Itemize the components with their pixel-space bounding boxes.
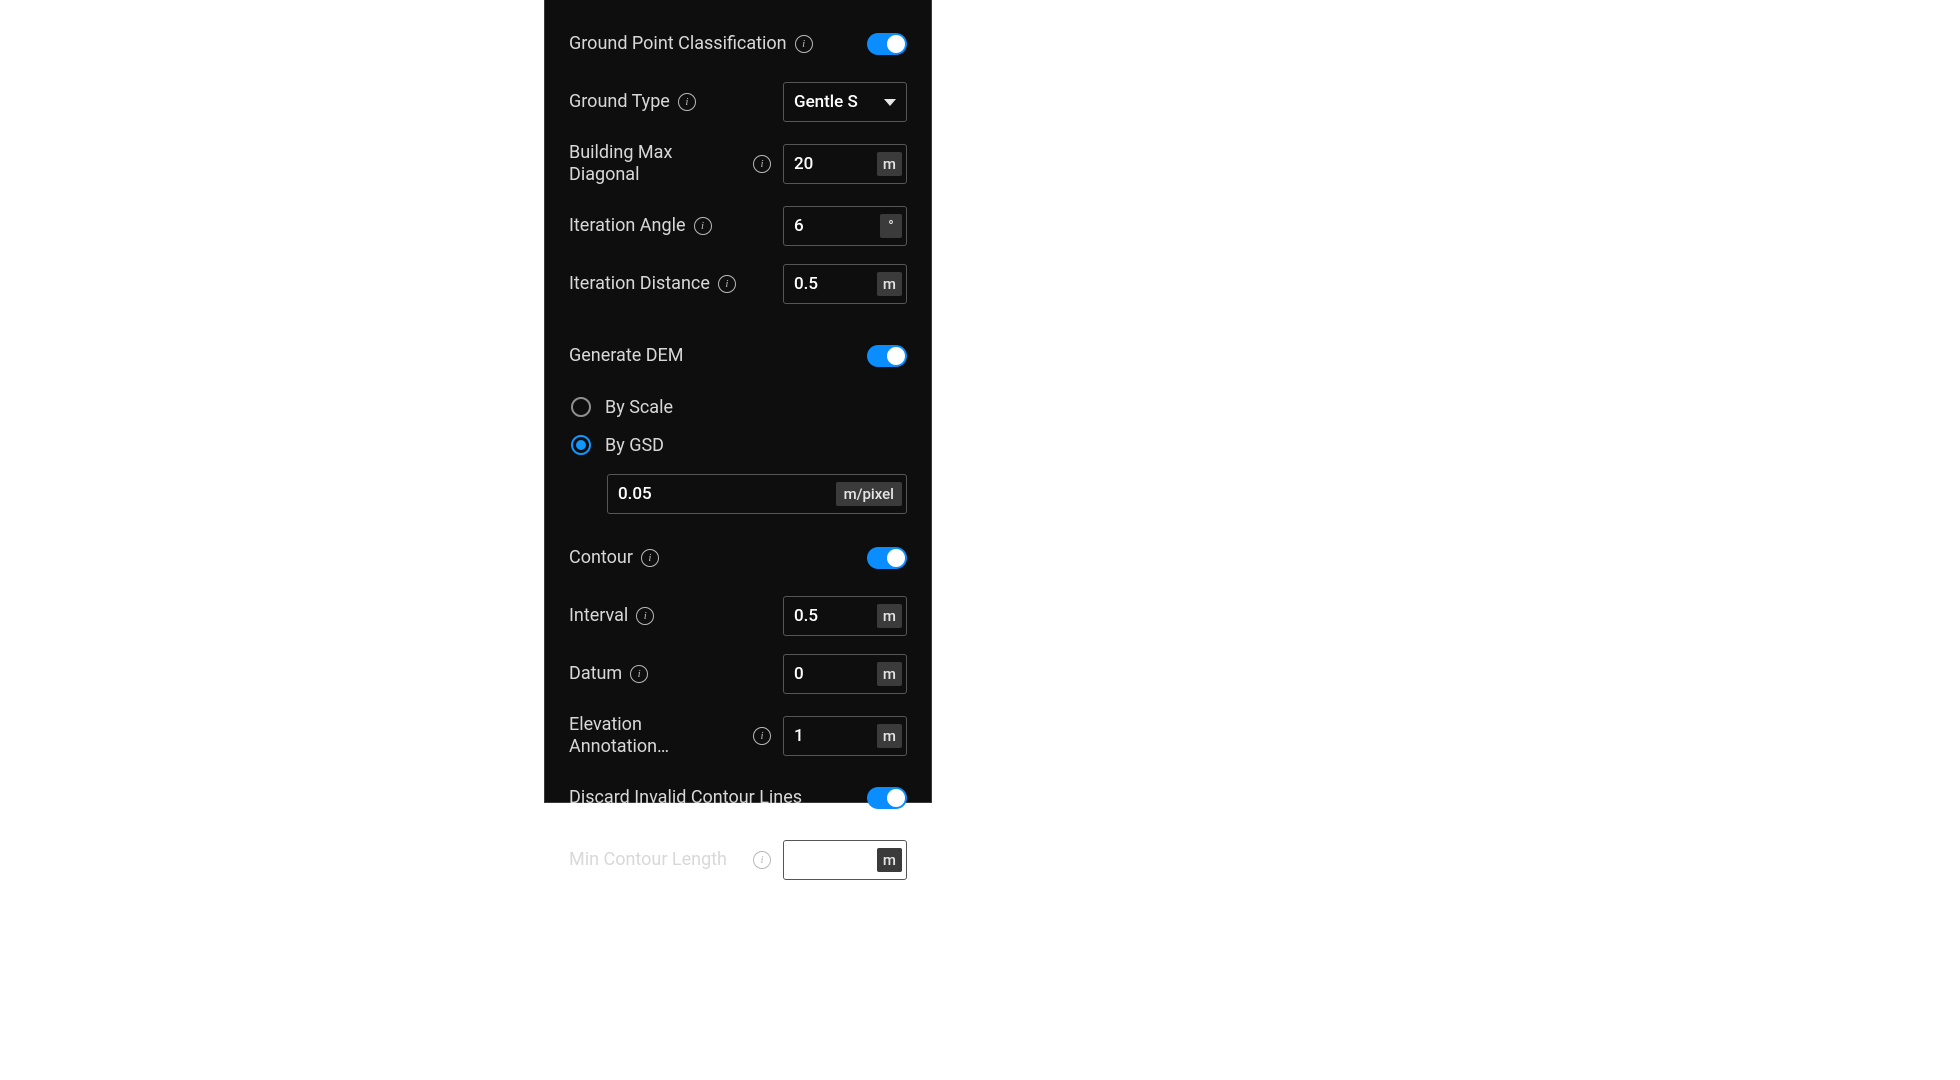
building-max-diagonal-value: 20: [784, 154, 873, 174]
radio-icon: [571, 397, 591, 417]
gsd-value: 0.05: [608, 484, 832, 504]
info-icon[interactable]: [753, 155, 771, 173]
info-icon[interactable]: [678, 93, 696, 111]
label-wrap: Contour: [569, 547, 867, 569]
info-icon[interactable]: [641, 549, 659, 567]
info-icon[interactable]: [694, 217, 712, 235]
ground-point-classification-label: Ground Point Classification: [569, 33, 787, 55]
row-iteration-distance: Iteration Distance 0.5 m: [569, 262, 907, 306]
row-min-contour-length: Min Contour Length 10 m: [569, 834, 907, 886]
info-icon[interactable]: [718, 275, 736, 293]
info-icon[interactable]: [753, 851, 771, 869]
min-contour-length-input[interactable]: 10 m: [783, 840, 907, 880]
row-ground-point-classification: Ground Point Classification: [569, 22, 907, 66]
label-wrap: Ground Point Classification: [569, 33, 867, 55]
row-building-max-diagonal: Building Max Diagonal 20 m: [569, 138, 907, 190]
min-contour-length-label: Min Contour Length: [569, 849, 727, 871]
row-ground-type: Ground Type Gentle S: [569, 80, 907, 124]
row-iteration-angle: Iteration Angle 6 °: [569, 204, 907, 248]
radio-by-gsd[interactable]: By GSD: [571, 426, 907, 464]
radio-by-scale[interactable]: By Scale: [571, 388, 907, 426]
unit-badge: m: [877, 848, 902, 872]
info-icon[interactable]: [630, 665, 648, 683]
unit-badge: m/pixel: [836, 482, 902, 506]
unit-badge: m: [877, 272, 902, 296]
contour-label: Contour: [569, 547, 633, 569]
info-icon[interactable]: [753, 727, 771, 745]
chevron-down-icon: [884, 99, 896, 106]
label-wrap: Generate DEM: [569, 345, 867, 367]
building-max-diagonal-label: Building Max Diagonal: [569, 142, 745, 185]
iteration-angle-label: Iteration Angle: [569, 215, 686, 237]
row-interval: Interval 0.5 m: [569, 594, 907, 638]
iteration-angle-value: 6: [784, 216, 876, 236]
label-wrap: Datum: [569, 663, 783, 685]
ground-type-value: Gentle S: [794, 92, 858, 112]
elevation-annotation-input[interactable]: 1 m: [783, 716, 907, 756]
building-max-diagonal-input[interactable]: 20 m: [783, 144, 907, 184]
by-gsd-label: By GSD: [605, 435, 664, 456]
ground-point-classification-toggle[interactable]: [867, 33, 907, 55]
by-scale-label: By Scale: [605, 397, 673, 418]
iteration-distance-value: 0.5: [784, 274, 873, 294]
row-contour: Contour: [569, 536, 907, 580]
label-wrap: Ground Type: [569, 91, 783, 113]
interval-input[interactable]: 0.5 m: [783, 596, 907, 636]
iteration-angle-input[interactable]: 6 °: [783, 206, 907, 246]
ground-type-label: Ground Type: [569, 91, 670, 113]
generate-dem-label: Generate DEM: [569, 345, 684, 367]
contour-toggle[interactable]: [867, 547, 907, 569]
elevation-annotation-value: 1: [784, 726, 873, 746]
label-wrap: Interval: [569, 605, 783, 627]
interval-value: 0.5: [784, 606, 873, 626]
unit-badge: m: [877, 604, 902, 628]
settings-panel: Ground Point Classification Ground Type …: [544, 0, 932, 803]
dem-mode-radio-group: By Scale By GSD: [571, 388, 907, 464]
label-wrap: Iteration Distance: [569, 273, 783, 295]
iteration-distance-label: Iteration Distance: [569, 273, 710, 295]
radio-dot-icon: [576, 440, 586, 450]
info-icon[interactable]: [795, 35, 813, 53]
datum-value: 0: [784, 664, 873, 684]
radio-icon: [571, 435, 591, 455]
row-gsd-value: 0.05 m/pixel: [569, 474, 907, 514]
row-generate-dem: Generate DEM: [569, 334, 907, 378]
unit-badge: m: [877, 662, 902, 686]
unit-badge: m: [877, 152, 902, 176]
row-discard-invalid-contour: Discard Invalid Contour Lines: [569, 776, 907, 820]
unit-badge: m: [877, 724, 902, 748]
row-datum: Datum 0 m: [569, 652, 907, 696]
label-wrap: Building Max Diagonal: [569, 142, 783, 185]
label-wrap: Iteration Angle: [569, 215, 783, 237]
discard-invalid-contour-toggle[interactable]: [867, 787, 907, 809]
min-contour-length-value: 10: [784, 850, 873, 870]
info-icon[interactable]: [636, 607, 654, 625]
ground-type-select[interactable]: Gentle S: [783, 82, 907, 122]
generate-dem-toggle[interactable]: [867, 345, 907, 367]
interval-label: Interval: [569, 605, 628, 627]
datum-input[interactable]: 0 m: [783, 654, 907, 694]
gsd-input[interactable]: 0.05 m/pixel: [607, 474, 907, 514]
row-elevation-annotation: Elevation Annotation… 1 m: [569, 710, 907, 762]
unit-badge: °: [880, 214, 902, 238]
discard-invalid-contour-label: Discard Invalid Contour Lines: [569, 787, 802, 809]
label-wrap: Min Contour Length: [569, 849, 783, 871]
label-wrap: Discard Invalid Contour Lines: [569, 787, 867, 809]
elevation-annotation-label: Elevation Annotation…: [569, 714, 745, 757]
label-wrap: Elevation Annotation…: [569, 714, 783, 757]
iteration-distance-input[interactable]: 0.5 m: [783, 264, 907, 304]
datum-label: Datum: [569, 663, 622, 685]
